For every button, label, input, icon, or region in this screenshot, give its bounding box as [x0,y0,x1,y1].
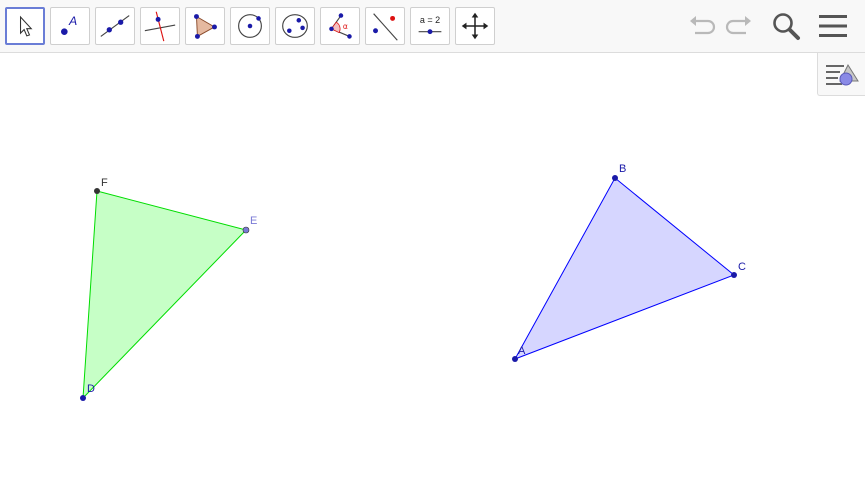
undo-icon [690,16,716,35]
point-c-label: C [738,261,746,273]
svg-text:a = 2: a = 2 [420,15,440,25]
conic-tool-button[interactable] [275,7,315,45]
reflect-tool-button[interactable] [365,7,405,45]
polygon-tool-button[interactable] [185,7,225,45]
point-a-label: A [518,345,526,357]
graphics-canvas[interactable]: F E D A B C [0,53,865,496]
point-e[interactable] [242,226,250,234]
cursor-arrow-icon [19,15,33,37]
redo-icon [725,16,751,35]
slider-tool-button[interactable]: a = 2 [410,7,450,45]
undo-button[interactable] [686,10,718,42]
redo-button[interactable] [723,10,755,42]
search-icon [773,13,800,40]
angle-tool-button[interactable]: α [320,7,360,45]
perpendicular-line-tool-button[interactable] [140,7,180,45]
point-icon: A [61,14,77,35]
point-b-label: B [619,163,626,175]
move-graphics-view-tool-button[interactable] [455,7,495,45]
polygon-icon [194,14,217,39]
perpendicular-line-icon [144,11,176,42]
reflect-icon [373,13,398,41]
move-arrows-icon [461,12,489,40]
point-f-label: F [101,177,108,189]
move-tool-button[interactable] [5,7,45,45]
graphics-view[interactable]: F E D A B C [0,53,865,496]
point-b[interactable] [612,175,618,181]
line-icon [100,15,130,37]
svg-text:α: α [343,22,348,31]
search-button[interactable] [770,10,802,42]
conic-icon [282,14,308,38]
point-c[interactable] [731,272,737,278]
angle-icon: α [329,13,352,39]
circle-tool-button[interactable] [230,7,270,45]
circle-icon [238,14,262,38]
slider-icon: a = 2 [418,15,442,35]
point-tool-button[interactable]: A [50,7,90,45]
menu-icon [819,15,847,37]
point-d[interactable] [80,395,86,401]
triangle-abc[interactable] [513,177,735,360]
main-menu-button[interactable] [817,10,849,42]
point-f[interactable] [94,188,100,194]
line-tool-button[interactable] [95,7,135,45]
toolbar: A α a = 2 [0,0,865,53]
point-d-label: D [87,383,95,395]
triangle-def[interactable] [82,190,247,400]
svg-text:A: A [68,14,77,28]
point-e-label: E [250,215,257,227]
